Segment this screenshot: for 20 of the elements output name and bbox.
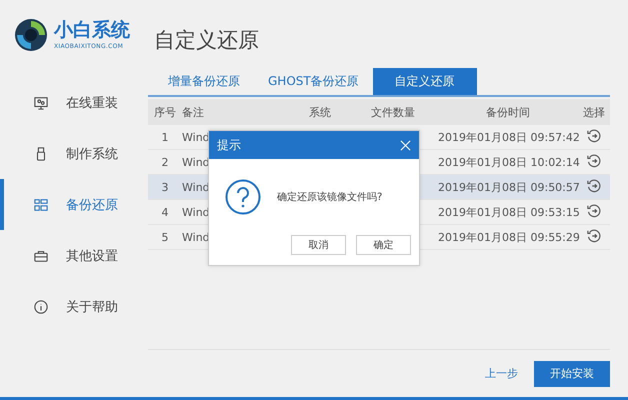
column-header: 系统 [308,104,332,120]
column-header: 序号 [153,104,177,120]
dialog-message: 确定还原该镜像文件吗? [277,190,382,204]
table-cell: 2019年01月08日 09:50:57 [438,180,578,194]
table-cell: 2019年01月08日 09:55:29 [438,230,578,244]
table-cell-text: 4 [160,206,170,218]
column-header: 备注 [182,104,205,120]
dialog-title: 提示 [217,136,241,154]
table-cell: 2019年01月08日 09:53:15 [438,204,578,220]
table-cell: 2019年01月08日 10:02:14 [438,154,578,170]
table-cell-text: 3 [160,180,170,194]
table-cell: 2019年01月08日 09:57:42 [438,130,578,144]
table-cell-text: 1 [160,130,170,144]
table-cell-text: 5 [160,230,170,244]
column-header: 文件数量 [370,104,416,120]
table-cell-text: 2 [160,156,170,168]
column-header: 选择 [582,104,606,120]
logo-name: 小白系统 [54,20,130,40]
page-title: 自定义还原 [153,27,260,54]
column-header: 备份时间 [485,104,531,120]
